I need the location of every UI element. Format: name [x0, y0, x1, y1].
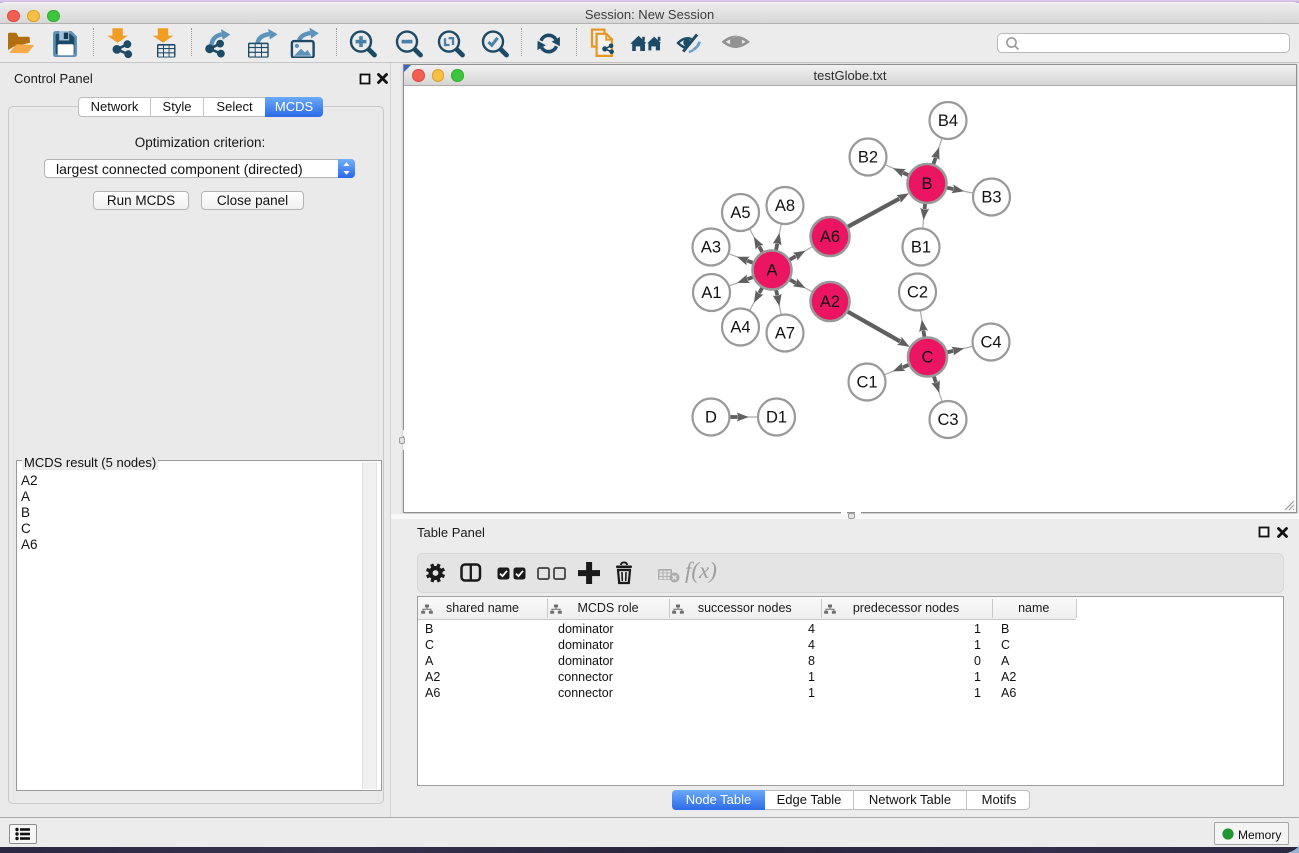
svg-text:A3: A3 [701, 239, 721, 257]
svg-text:A6: A6 [820, 228, 840, 246]
svg-text:C4: C4 [980, 334, 1001, 352]
svg-text:C1: C1 [856, 374, 877, 392]
svg-text:A4: A4 [730, 319, 750, 337]
svg-text:C2: C2 [907, 284, 928, 302]
svg-text:B: B [921, 175, 932, 193]
svg-text:A: A [766, 262, 777, 280]
svg-text:C3: C3 [937, 411, 958, 429]
svg-text:A2: A2 [820, 293, 840, 311]
svg-text:D1: D1 [766, 409, 787, 427]
svg-text:B1: B1 [911, 239, 931, 257]
svg-text:A8: A8 [775, 197, 795, 215]
svg-text:A1: A1 [701, 284, 721, 302]
svg-text:B2: B2 [858, 149, 878, 167]
svg-text:B4: B4 [938, 112, 958, 130]
svg-text:B3: B3 [981, 189, 1001, 207]
svg-text:A5: A5 [730, 204, 750, 222]
svg-text:D: D [705, 409, 717, 427]
svg-text:C: C [922, 349, 934, 367]
svg-text:A7: A7 [775, 325, 795, 343]
